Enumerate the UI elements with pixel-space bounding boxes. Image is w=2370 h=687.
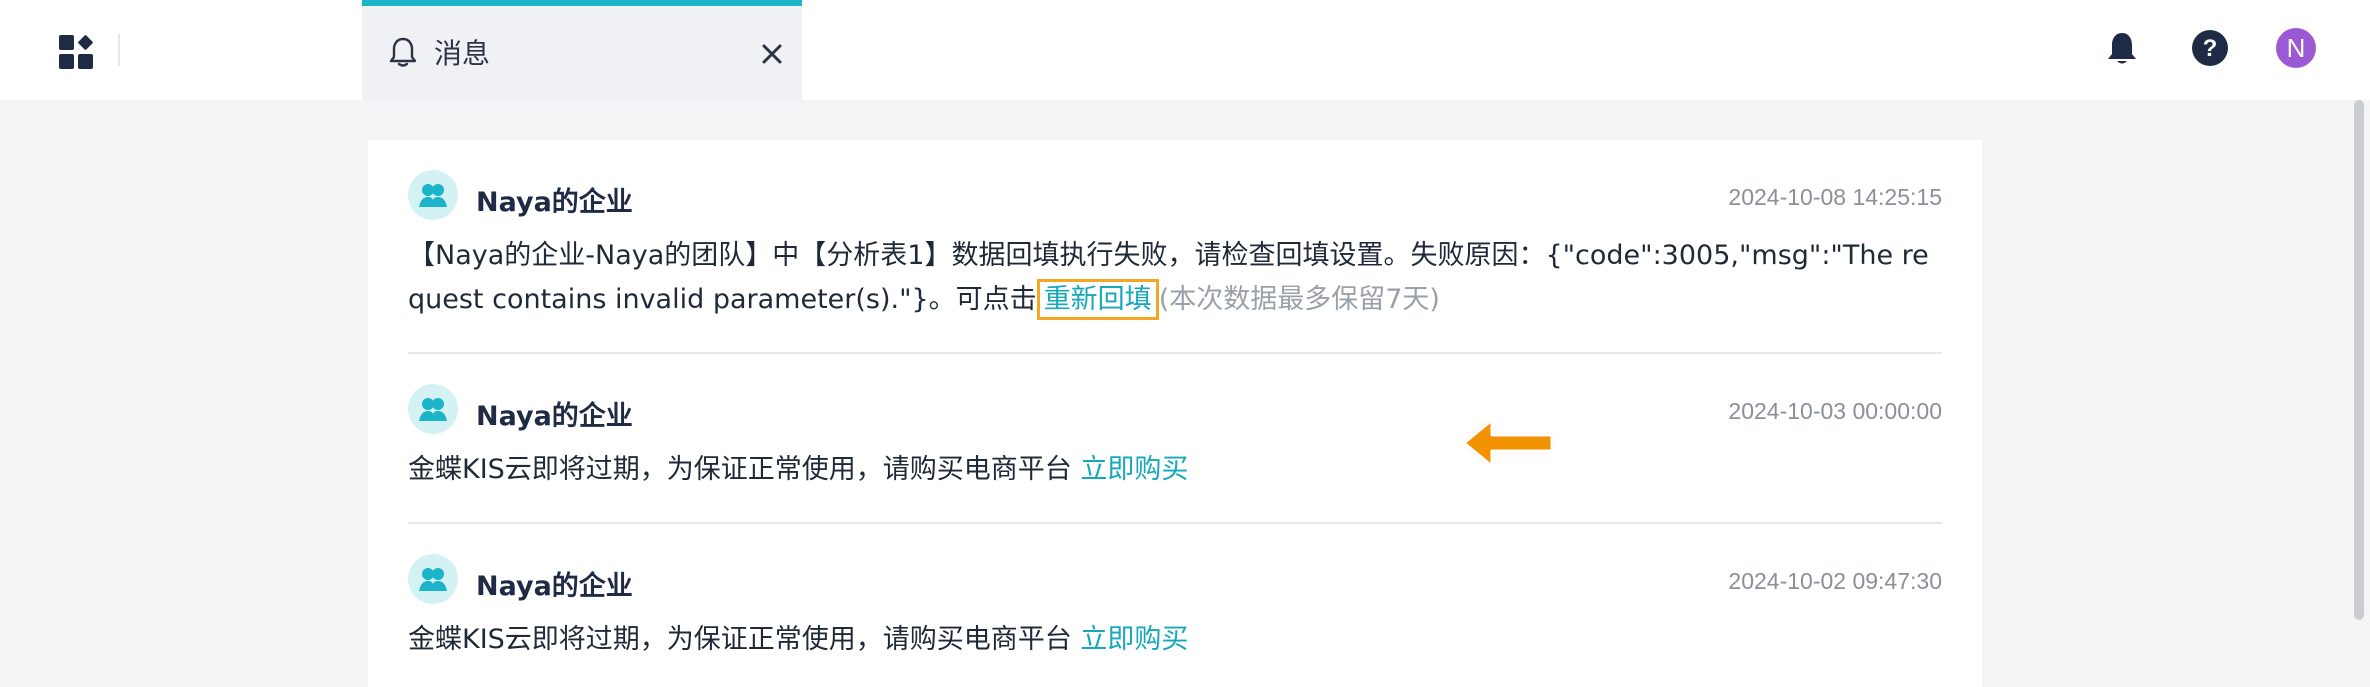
team-icon bbox=[408, 554, 458, 604]
user-avatar[interactable]: N bbox=[2276, 28, 2316, 68]
message-text: 金蝶KIS云即将过期，为保证正常使用，请购买电商平台 立即购买 bbox=[408, 618, 1942, 662]
avatar-letter: N bbox=[2286, 32, 2306, 63]
svg-text:?: ? bbox=[2203, 35, 2218, 62]
list-item: Naya的企业 2024-10-08 14:25:15 【Naya的企业-Nay… bbox=[408, 170, 1942, 322]
message-list: Naya的企业 2024-10-08 14:25:15 【Naya的企业-Nay… bbox=[368, 140, 1982, 687]
arrow-left-icon bbox=[1458, 412, 1558, 474]
scrollbar[interactable] bbox=[2354, 100, 2364, 620]
refill-link[interactable]: 重新回填 bbox=[1036, 279, 1159, 320]
divider bbox=[408, 522, 1942, 524]
message-text-content: 金蝶KIS云即将过期，为保证正常使用，请购买电商平台 bbox=[408, 624, 1081, 655]
apps-icon[interactable] bbox=[54, 30, 98, 74]
divider bbox=[118, 34, 120, 66]
list-item: Naya的企业 2024-10-03 00:00:00 金蝶KIS云即将过期，为… bbox=[408, 384, 1942, 492]
buy-now-link[interactable]: 立即购买 bbox=[1080, 454, 1188, 485]
bell-icon bbox=[388, 36, 418, 68]
message-note: (本次数据最多保留7天) bbox=[1158, 284, 1440, 315]
tab-label: 消息 bbox=[434, 37, 491, 70]
message-time: 2024-10-02 09:47:30 bbox=[1728, 568, 1942, 594]
list-item: Naya的企业 2024-10-02 09:47:30 金蝶KIS云即将过期，为… bbox=[408, 554, 1942, 662]
buy-now-link[interactable]: 立即购买 bbox=[1080, 624, 1188, 655]
message-text: 【Naya的企业-Naya的团队】中【分析表1】数据回填执行失败，请检查回填设置… bbox=[408, 234, 1942, 322]
org-name: Naya的企业 bbox=[476, 187, 633, 218]
org-name: Naya的企业 bbox=[476, 401, 633, 432]
tab-messages[interactable]: 消息 bbox=[362, 0, 802, 100]
notification-bell-icon[interactable] bbox=[2102, 28, 2142, 68]
message-text-content: 金蝶KIS云即将过期，为保证正常使用，请购买电商平台 bbox=[408, 454, 1081, 485]
top-bar: 消息 ? N bbox=[0, 0, 2370, 100]
close-icon[interactable] bbox=[760, 42, 784, 66]
message-time: 2024-10-03 00:00:00 bbox=[1728, 398, 1942, 424]
team-icon bbox=[408, 170, 458, 220]
divider bbox=[408, 352, 1942, 354]
message-text: 金蝶KIS云即将过期，为保证正常使用，请购买电商平台 立即购买 bbox=[408, 448, 1942, 492]
help-icon[interactable]: ? bbox=[2190, 28, 2230, 68]
message-time: 2024-10-08 14:25:15 bbox=[1728, 184, 1942, 210]
team-icon bbox=[408, 384, 458, 434]
org-name: Naya的企业 bbox=[476, 571, 633, 602]
